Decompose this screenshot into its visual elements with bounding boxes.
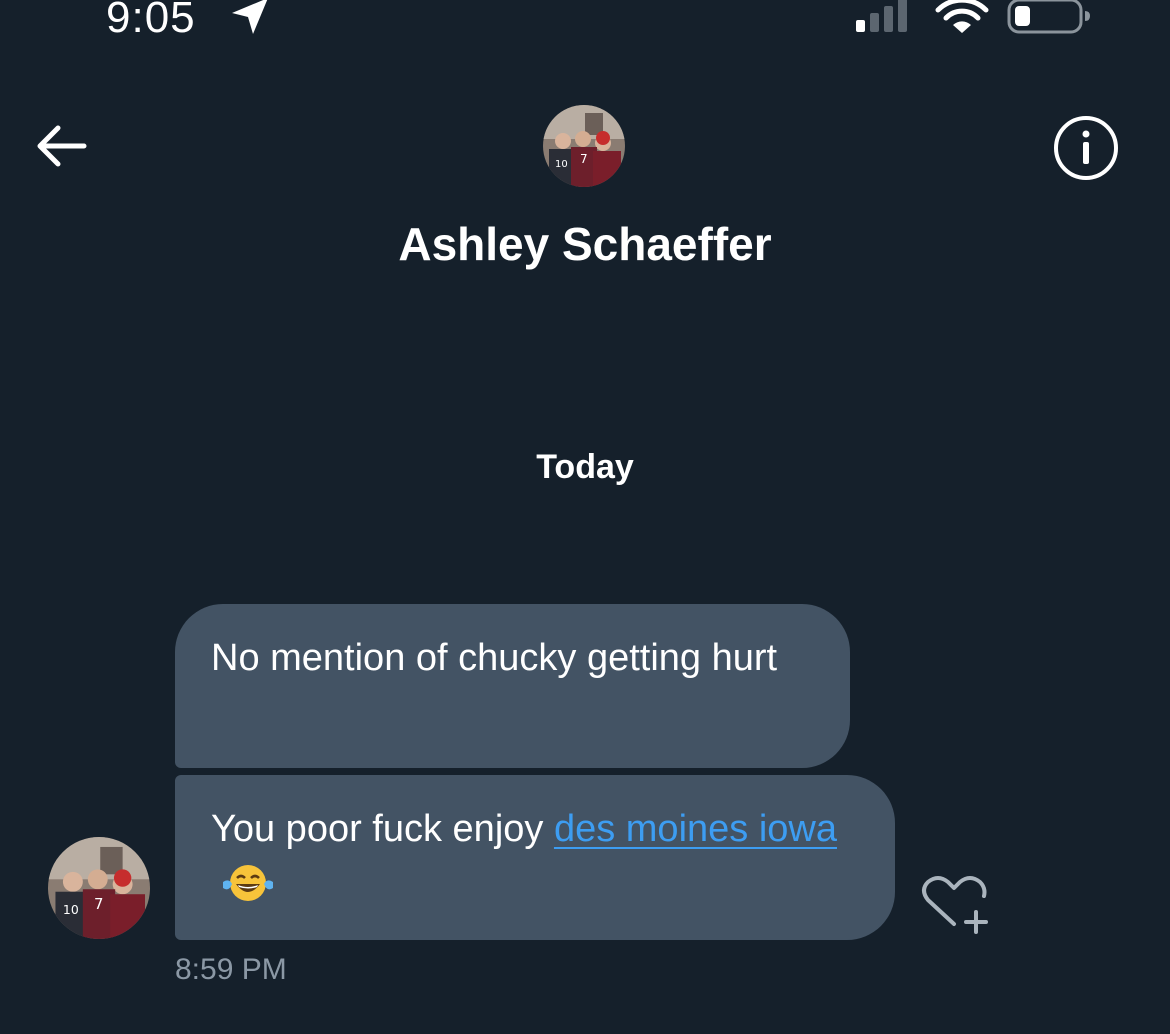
message-text: No mention of chucky getting hurt	[211, 637, 778, 679]
tears-of-joy-emoji-icon	[223, 865, 273, 901]
svg-text:7: 7	[580, 152, 588, 166]
cellular-signal-icon	[856, 0, 907, 32]
svg-text:10: 10	[555, 159, 568, 170]
message-bubble[interactable]: No mention of chucky getting hurt	[175, 604, 850, 768]
avatar-photo: 10 7	[543, 105, 625, 187]
contact-avatar[interactable]: 10 7	[543, 105, 625, 187]
back-arrow-icon[interactable]	[30, 118, 92, 174]
sender-avatar[interactable]: 10 7	[48, 837, 150, 939]
message-bubble[interactable]: You poor fuck enjoy des moines iowa	[175, 775, 895, 940]
message-link[interactable]: des moines iowa	[554, 808, 837, 850]
svg-text:7: 7	[94, 895, 103, 913]
message-timestamp: 8:59 PM	[175, 953, 287, 986]
status-time: 9:05	[106, 0, 196, 42]
heart-plus-icon[interactable]	[918, 872, 990, 936]
message-text: You poor fuck enjoy	[211, 808, 554, 850]
svg-text:10: 10	[63, 902, 79, 917]
battery-icon	[1007, 0, 1090, 34]
wifi-icon	[935, 0, 989, 33]
contact-name[interactable]: Ashley Schaeffer	[0, 214, 1170, 274]
date-separator: Today	[536, 448, 634, 486]
info-icon[interactable]	[1052, 114, 1120, 182]
location-arrow-icon	[232, 0, 268, 34]
avatar-photo: 10 7	[48, 837, 150, 939]
